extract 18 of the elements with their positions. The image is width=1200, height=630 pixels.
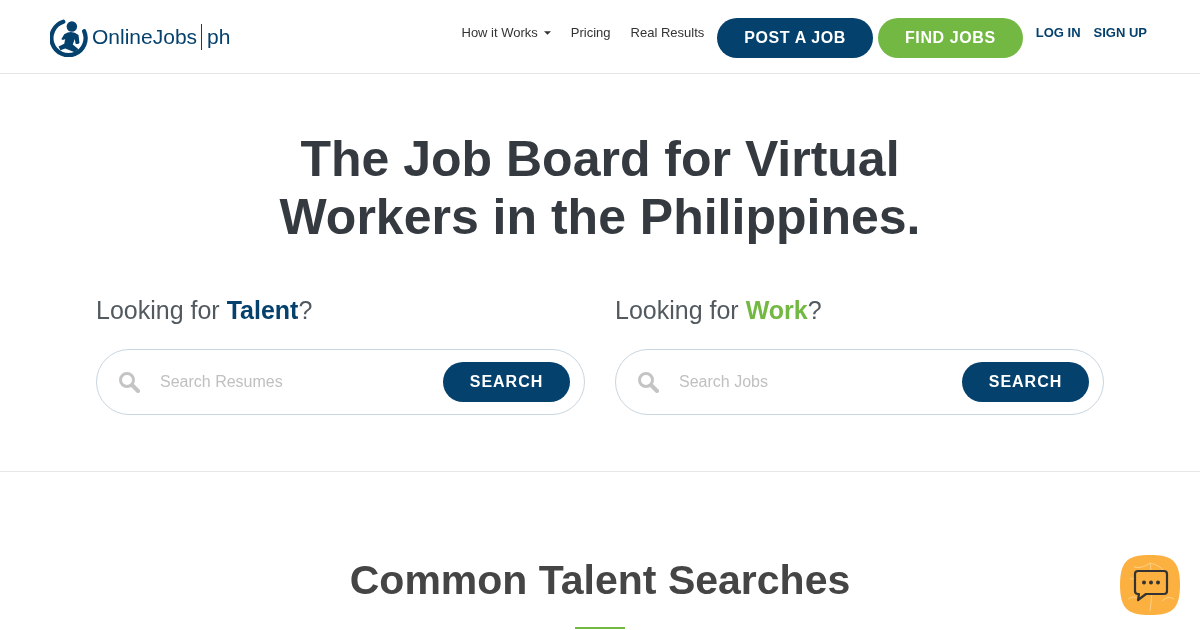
hero-title: The Job Board for Virtual Workers in the Philippines. [278, 130, 922, 246]
caret-icon [543, 30, 551, 35]
panel-heading: Looking for Talent? [96, 295, 314, 326]
auth-link[interactable]: SIGN UP [1093, 25, 1147, 40]
search-icon [637, 371, 659, 393]
logo-text: OnlineJobs [92, 24, 198, 49]
nav-button[interactable]: POST A JOB [717, 17, 873, 58]
logo-suffix-text: ph [201, 23, 231, 50]
nav-link[interactable]: Pricing [560, 25, 621, 40]
panel-heading: Looking for Work? [615, 295, 823, 326]
chat-icon[interactable] [1120, 555, 1180, 615]
nav-dropdown[interactable]: How it Works [451, 25, 561, 40]
auth-link[interactable]: LOG IN [1035, 25, 1081, 40]
search-button[interactable]: SEARCH [962, 362, 1089, 402]
section-title: Common Talent Searches [349, 556, 851, 604]
search-button[interactable]: SEARCH [443, 362, 570, 402]
nav-link[interactable]: Real Results [620, 25, 715, 40]
search-icon [118, 371, 140, 393]
